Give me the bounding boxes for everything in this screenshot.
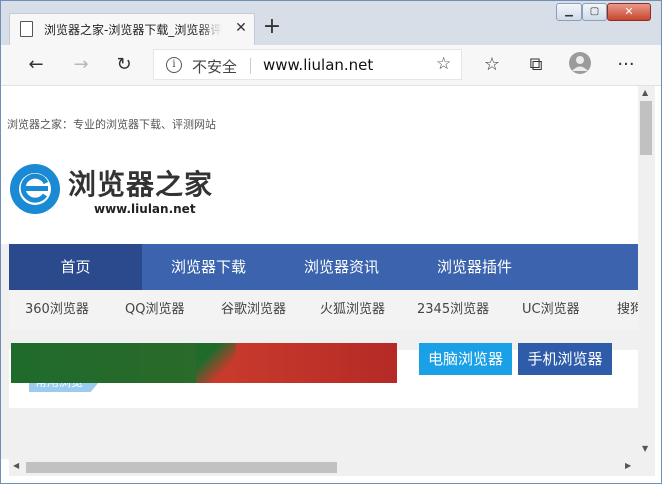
nav-item-download[interactable]: 浏览器下载: [142, 244, 275, 290]
forward-icon[interactable]: →: [68, 52, 94, 78]
new-tab-button[interactable]: +: [259, 15, 285, 41]
security-status[interactable]: 不安全: [192, 56, 237, 77]
main-nav: 首页 浏览器下载 浏览器资讯 浏览器插件: [9, 244, 638, 290]
refresh-icon[interactable]: ↻: [111, 52, 137, 78]
scroll-up-icon[interactable]: ▲: [642, 88, 648, 97]
nav-item-plugins[interactable]: 浏览器插件: [408, 244, 541, 290]
site-header: 浏览器之家 www.liulan.net: [1, 143, 638, 244]
subnav-item[interactable]: 谷歌浏览器: [221, 290, 286, 330]
banner-image[interactable]: [11, 343, 397, 383]
browser-subnav: 360浏览器 QQ浏览器 谷歌浏览器 火狐浏览器 2345浏览器 UC浏览器 搜…: [9, 290, 638, 330]
vertical-scroll-thumb[interactable]: [640, 101, 652, 155]
tab-strip: 浏览器之家-浏览器下载_浏览器评测网站 ✕ + ▁ ▢ ✕: [1, 1, 661, 45]
top-strip: 浏览器之家：专业的浏览器下载、评测网站: [1, 86, 638, 144]
tab-liulan[interactable]: 浏览器之家-浏览器下载_浏览器评测网站 ✕: [9, 13, 255, 45]
back-icon[interactable]: ←: [23, 52, 49, 78]
logo-icon[interactable]: [9, 163, 61, 215]
url-text[interactable]: www.liulan.net: [263, 56, 373, 74]
maximize-icon: ▢: [589, 6, 600, 17]
avatar[interactable]: [567, 52, 593, 78]
tab-close-icon[interactable]: ✕: [232, 19, 250, 37]
subnav-item[interactable]: 360浏览器: [25, 290, 89, 330]
favorite-star-icon[interactable]: ☆: [436, 54, 451, 74]
horizontal-scroll-thumb[interactable]: [26, 462, 337, 473]
scrollbar-corner: [638, 459, 655, 476]
window-controls: ▁ ▢ ✕: [556, 3, 656, 21]
more-icon[interactable]: ···: [613, 52, 639, 78]
mobile-browser-button[interactable]: 手机浏览器: [518, 343, 612, 375]
vertical-scrollbar[interactable]: ▲ ▼: [638, 86, 655, 459]
browser-window: 浏览器之家-浏览器下载_浏览器评测网站 ✕ + ▁ ▢ ✕ ← → ↻ i 不安…: [0, 0, 662, 484]
subnav-item[interactable]: 搜狗: [617, 290, 638, 330]
close-icon: ✕: [624, 5, 634, 18]
divider: [250, 58, 251, 74]
web-page: 浏览器之家：专业的浏览器下载、评测网站 浏览器之家 www.liulan.net…: [1, 86, 638, 459]
subnav-item[interactable]: 2345浏览器: [417, 290, 489, 330]
site-tagline: 浏览器之家：专业的浏览器下载、评测网站: [7, 118, 216, 131]
scroll-right-icon[interactable]: ▶: [625, 461, 631, 470]
subnav-item[interactable]: QQ浏览器: [125, 290, 184, 330]
scroll-down-icon[interactable]: ▼: [642, 444, 648, 453]
nav-item-news[interactable]: 浏览器资讯: [275, 244, 408, 290]
collections-icon[interactable]: ⧉: [523, 52, 549, 78]
minimize-icon: ▁: [565, 6, 573, 17]
toolbar: ← → ↻ i 不安全 www.liulan.net ☆ ☆ ⧉ ···: [1, 45, 661, 86]
subnav-item[interactable]: 火狐浏览器: [320, 290, 385, 330]
horizontal-scrollbar[interactable]: ◀ ▶: [9, 459, 638, 476]
address-bar[interactable]: i 不安全 www.liulan.net ☆: [153, 49, 462, 80]
logo-text[interactable]: 浏览器之家: [68, 163, 213, 203]
page-icon: [20, 21, 33, 37]
tab-title: 浏览器之家-浏览器下载_浏览器评测网站: [44, 21, 222, 37]
nav-item-home[interactable]: 首页: [9, 244, 142, 290]
pc-browser-button[interactable]: 电脑浏览器: [419, 343, 512, 375]
subnav-item[interactable]: UC浏览器: [522, 290, 580, 330]
close-window-button[interactable]: ✕: [607, 3, 651, 21]
scroll-left-icon[interactable]: ◀: [13, 461, 19, 470]
info-icon[interactable]: i: [166, 57, 182, 73]
minimize-button[interactable]: ▁: [556, 3, 582, 21]
logo-url: www.liulan.net: [94, 202, 196, 216]
favorites-list-icon[interactable]: ☆: [479, 52, 505, 78]
maximize-button[interactable]: ▢: [582, 3, 607, 21]
